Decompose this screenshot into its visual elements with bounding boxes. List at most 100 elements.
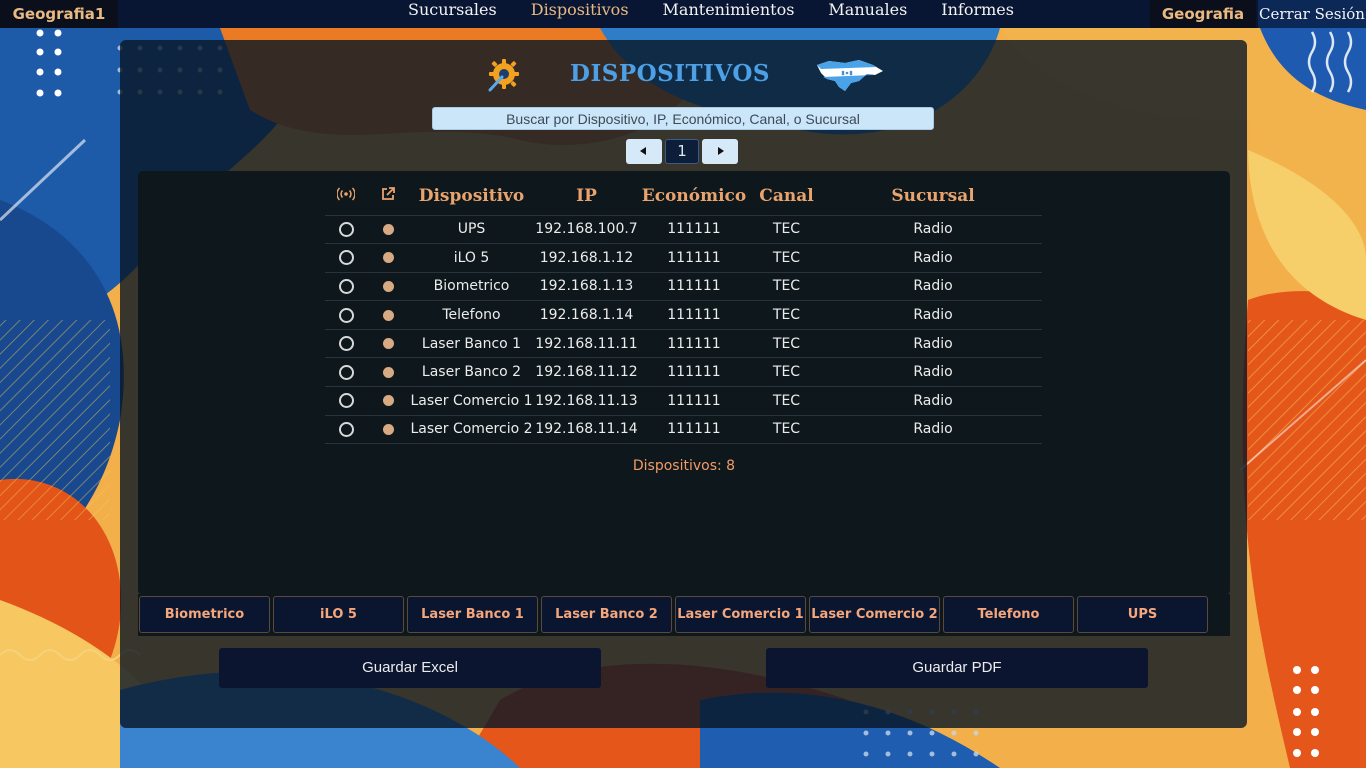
cell-dispositivo: Laser Comercio 1 xyxy=(409,386,534,416)
select-cell xyxy=(325,243,367,273)
cell-dispositivo: Laser Banco 2 xyxy=(409,357,534,388)
flag-icon xyxy=(817,60,883,91)
row-radio[interactable] xyxy=(338,421,354,437)
column-header-sucursal[interactable]: Sucursal xyxy=(824,177,1042,216)
column-header-ip[interactable]: IP xyxy=(534,177,639,216)
cell-ip: 192.168.1.14 xyxy=(534,300,639,330)
nav-link-mantenimientos[interactable]: Mantenimientos xyxy=(646,0,812,28)
select-cell xyxy=(325,357,367,388)
external-link-icon xyxy=(382,186,395,200)
table-row[interactable]: Laser Comercio 1 192.168.11.13 111111 TE… xyxy=(325,386,1042,416)
status-cell xyxy=(367,329,409,359)
chevron-left-icon xyxy=(640,147,646,155)
table-row[interactable]: Telefono 192.168.1.14 111111 TEC Radio xyxy=(325,300,1042,330)
gear-icon xyxy=(488,59,519,92)
cell-sucursal: Radio xyxy=(824,215,1042,245)
device-button-telefono[interactable]: Telefono xyxy=(943,596,1074,633)
cell-canal: TEC xyxy=(749,243,824,273)
signal-column-header xyxy=(325,177,367,216)
row-radio[interactable] xyxy=(338,393,354,409)
cell-ip: 192.168.11.11 xyxy=(534,329,639,359)
cell-sucursal: Radio xyxy=(824,300,1042,330)
cell-canal: TEC xyxy=(749,215,824,245)
cell-canal: TEC xyxy=(749,357,824,388)
cell-economico: 111111 xyxy=(639,357,749,388)
top-nav: Geografia1 Sucursales Dispositivos Mante… xyxy=(0,0,1366,28)
nav-link-informes[interactable]: Informes xyxy=(924,0,1031,28)
table-row[interactable]: Laser Banco 1 192.168.11.11 111111 TEC R… xyxy=(325,329,1042,359)
status-indicator xyxy=(382,423,394,435)
device-button-biometrico[interactable]: Biometrico xyxy=(139,596,270,633)
table-row[interactable]: UPS 192.168.100.7 111111 TEC Radio xyxy=(325,215,1042,245)
column-header-economico[interactable]: Económico xyxy=(639,177,749,216)
cell-ip: 192.168.11.14 xyxy=(534,415,639,445)
device-button-ups[interactable]: UPS xyxy=(1077,596,1208,633)
status-indicator xyxy=(382,338,394,350)
status-indicator xyxy=(382,280,394,292)
search-input[interactable] xyxy=(432,107,934,130)
brand-label: Geografia1 xyxy=(0,0,118,28)
select-cell xyxy=(325,415,367,445)
cell-dispositivo: UPS xyxy=(409,215,534,245)
select-cell xyxy=(325,215,367,245)
table-row[interactable]: iLO 5 192.168.1.12 111111 TEC Radio xyxy=(325,243,1042,273)
status-indicator xyxy=(382,252,394,264)
table-row[interactable]: Biometrico 192.168.1.13 111111 TEC Radio xyxy=(325,272,1042,302)
status-cell xyxy=(367,272,409,302)
status-cell xyxy=(367,415,409,445)
link-column-header xyxy=(367,177,409,216)
cell-economico: 111111 xyxy=(639,215,749,245)
device-button-laser-comercio-1[interactable]: Laser Comercio 1 xyxy=(675,596,806,633)
cell-ip: 192.168.11.12 xyxy=(534,357,639,388)
status-indicator xyxy=(382,223,394,235)
cell-economico: 111111 xyxy=(639,386,749,416)
table-row[interactable]: Laser Comercio 2 192.168.11.14 111111 TE… xyxy=(325,415,1042,445)
nav-links: Sucursales Dispositivos Mantenimientos M… xyxy=(391,0,1031,28)
column-header-dispositivo[interactable]: Dispositivo xyxy=(409,177,534,216)
cell-dispositivo: Telefono xyxy=(409,300,534,330)
table-header-row: Dispositivo IP Económico Canal Sucursal xyxy=(325,177,1042,216)
cell-ip: 192.168.11.13 xyxy=(534,386,639,416)
cell-ip: 192.168.100.7 xyxy=(534,215,639,245)
row-radio[interactable] xyxy=(338,278,354,294)
status-cell xyxy=(367,357,409,388)
cell-economico: 111111 xyxy=(639,300,749,330)
cell-sucursal: Radio xyxy=(824,415,1042,445)
row-radio[interactable] xyxy=(338,307,354,323)
status-cell xyxy=(367,243,409,273)
cell-dispositivo: Laser Banco 1 xyxy=(409,329,534,359)
save-excel-button[interactable]: Guardar Excel xyxy=(219,648,601,688)
cell-sucursal: Radio xyxy=(824,329,1042,359)
device-button-laser-comercio-2[interactable]: Laser Comercio 2 xyxy=(809,596,940,633)
cell-sucursal: Radio xyxy=(824,386,1042,416)
cell-dispositivo: iLO 5 xyxy=(409,243,534,273)
status-indicator xyxy=(382,395,394,407)
cell-canal: TEC xyxy=(749,300,824,330)
next-page-button[interactable] xyxy=(702,139,738,164)
chevron-right-icon xyxy=(718,147,724,155)
status-cell xyxy=(367,300,409,330)
device-button-ilo5[interactable]: iLO 5 xyxy=(273,596,404,633)
nav-link-manuales[interactable]: Manuales xyxy=(811,0,924,28)
cell-canal: TEC xyxy=(749,329,824,359)
select-cell xyxy=(325,386,367,416)
status-indicator xyxy=(382,309,394,321)
cell-ip: 192.168.1.12 xyxy=(534,243,639,273)
table-row[interactable]: Laser Banco 2 192.168.11.12 111111 TEC R… xyxy=(325,357,1042,388)
nav-link-sucursales[interactable]: Sucursales xyxy=(391,0,514,28)
logout-button[interactable]: Cerrar Sesión xyxy=(1258,0,1366,28)
prev-page-button[interactable] xyxy=(626,139,662,164)
device-button-laser-banco-2[interactable]: Laser Banco 2 xyxy=(541,596,672,633)
save-pdf-button[interactable]: Guardar PDF xyxy=(766,648,1148,688)
row-radio[interactable] xyxy=(338,250,354,266)
nav-link-dispositivos[interactable]: Dispositivos xyxy=(514,0,646,28)
user-label: Geografia xyxy=(1150,0,1256,28)
row-radio[interactable] xyxy=(338,221,354,237)
device-button-laser-banco-1[interactable]: Laser Banco 1 xyxy=(407,596,538,633)
select-cell xyxy=(325,300,367,330)
column-header-canal[interactable]: Canal xyxy=(749,177,824,216)
cell-economico: 111111 xyxy=(639,243,749,273)
row-radio[interactable] xyxy=(338,364,354,380)
signal-icon xyxy=(336,187,356,201)
row-radio[interactable] xyxy=(338,336,354,352)
